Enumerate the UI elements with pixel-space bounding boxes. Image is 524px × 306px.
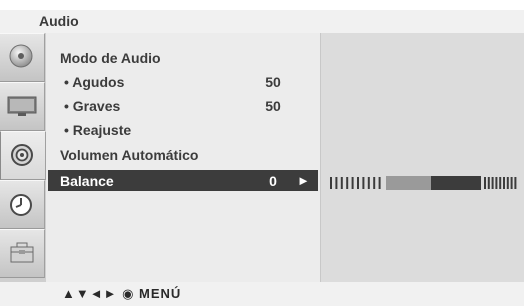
balance-tick — [503, 177, 505, 189]
menu-item-reset[interactable]: • Reajuste — [46, 119, 320, 141]
audio-icon[interactable] — [0, 131, 46, 180]
menu-title: Audio — [39, 13, 79, 29]
menu-item-label: • Agudos — [64, 74, 125, 90]
balance-tick — [330, 177, 332, 189]
osd-menu: Audio Modo de Audio • Agudos 50 • Graves… — [0, 0, 524, 306]
menu-item-label: • Reajuste — [64, 122, 132, 138]
balance-tick — [484, 177, 486, 189]
menu-item-value: 50 — [265, 74, 281, 90]
menu-item-value: 0 — [269, 173, 277, 189]
balance-tick — [495, 177, 498, 189]
balance-tick — [351, 177, 354, 189]
right-arrow-icon: ► — [297, 173, 310, 188]
screen-icon[interactable] — [0, 82, 45, 131]
submenu-panel — [320, 33, 524, 282]
balance-tick — [506, 177, 509, 189]
title-bar: Audio — [0, 10, 524, 33]
menu-item-value: 50 — [265, 98, 281, 114]
balance-ticks-right — [484, 177, 517, 189]
menu-item-balance[interactable]: Balance 0 ► — [48, 170, 318, 191]
balance-tick — [510, 177, 513, 189]
balance-tick — [335, 177, 338, 189]
balance-tick — [491, 177, 494, 189]
balance-tick — [499, 177, 502, 189]
menu-item-auto-volume[interactable]: Volumen Automático — [46, 144, 320, 166]
time-icon[interactable] — [0, 180, 45, 229]
balance-tick — [378, 177, 381, 189]
category-icons — [0, 33, 46, 282]
balance-slider[interactable] — [328, 174, 518, 191]
bottom-bar: ▲▼◄► ◉ MENÚ — [0, 282, 524, 306]
menu-item-label: Volumen Automático — [60, 147, 199, 163]
balance-bar-left-half — [386, 176, 431, 190]
balance-tick — [367, 177, 370, 189]
menu-item-treble[interactable]: • Agudos 50 — [46, 71, 320, 93]
balance-tick — [487, 177, 490, 189]
menu-item-label: Modo de Audio — [60, 50, 161, 66]
balance-tick — [514, 177, 517, 189]
balance-tick — [346, 177, 349, 189]
balance-tick — [373, 177, 376, 189]
balance-ticks-left — [330, 177, 381, 189]
balance-tick — [362, 177, 365, 189]
picture-icon[interactable] — [0, 33, 45, 82]
menu-item-bass[interactable]: • Graves 50 — [46, 95, 320, 117]
option-icon[interactable] — [0, 229, 45, 278]
balance-bar-right-half — [431, 176, 481, 190]
balance-tick — [340, 177, 343, 189]
audio-menu-panel: Modo de Audio • Agudos 50 • Graves 50 • … — [46, 33, 320, 282]
navigation-hint: ▲▼◄► ◉ MENÚ — [62, 286, 182, 301]
menu-item-audio-mode[interactable]: Modo de Audio — [46, 47, 320, 69]
menu-item-label: • Graves — [64, 98, 121, 114]
balance-tick — [357, 177, 359, 189]
menu-item-label: Balance — [60, 173, 114, 189]
